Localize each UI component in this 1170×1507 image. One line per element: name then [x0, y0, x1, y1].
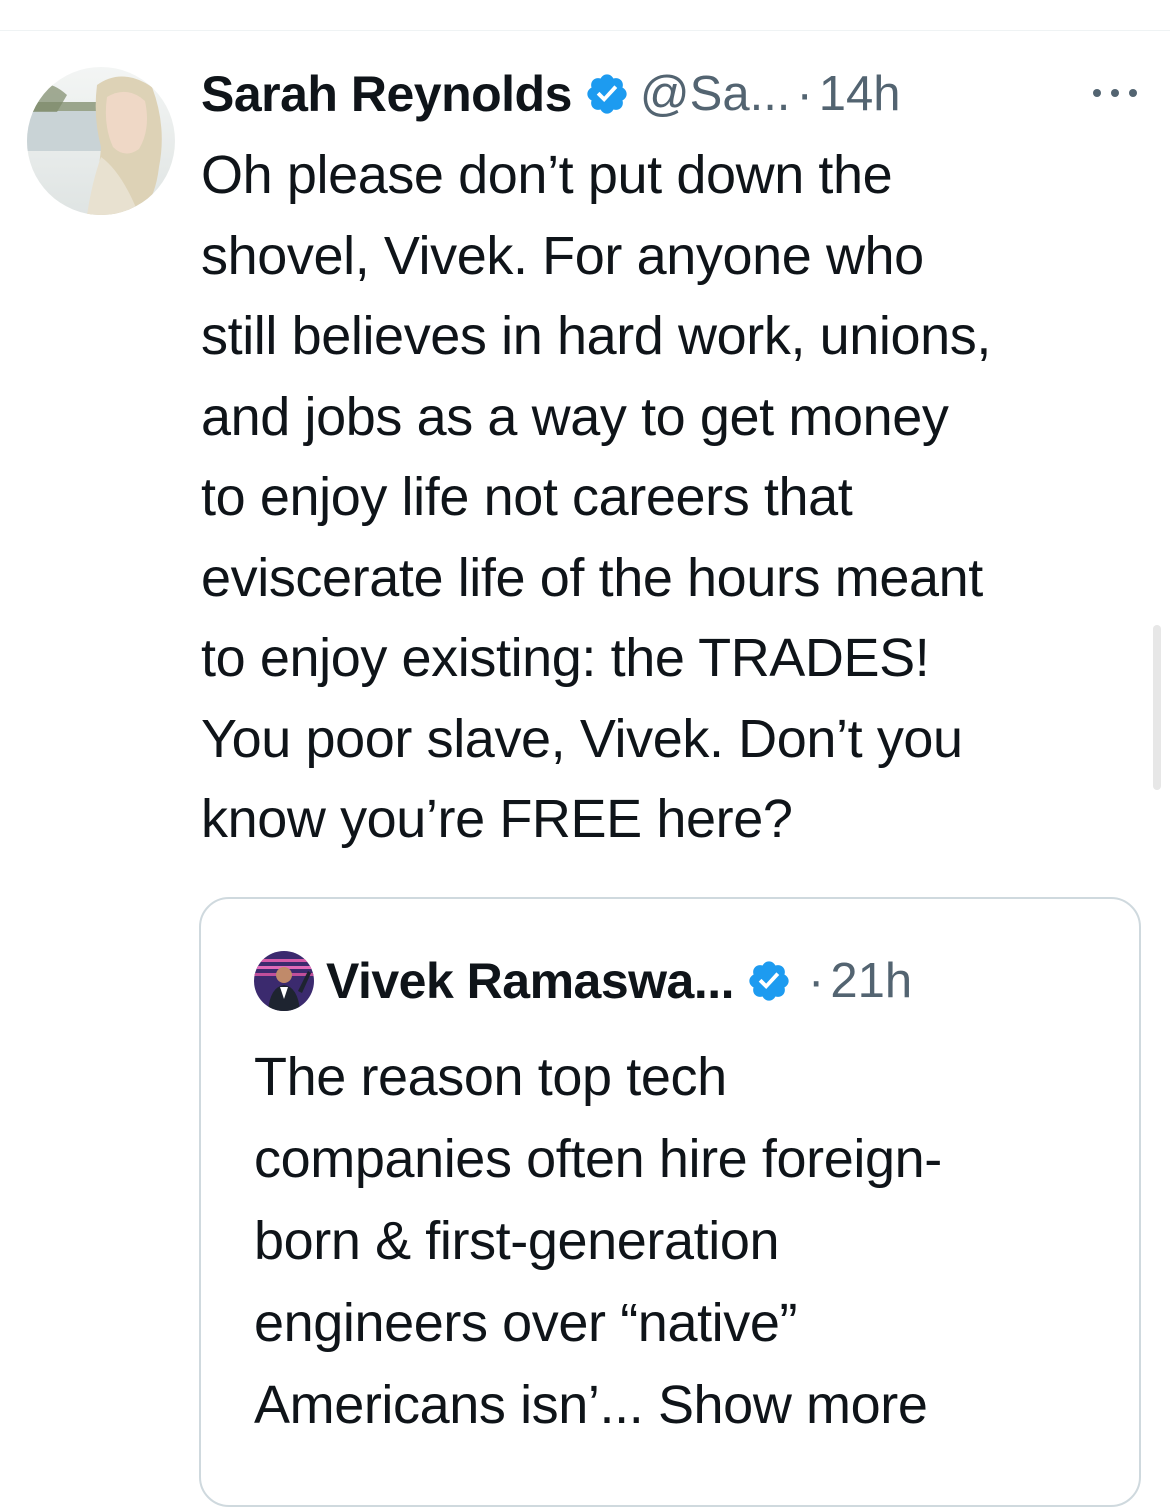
author-handle[interactable]: @Sa...	[640, 66, 791, 122]
author-name[interactable]: Sarah Reynolds	[201, 65, 572, 123]
verified-badge-icon	[584, 71, 630, 117]
separator-dot: ·	[796, 67, 813, 121]
quoted-tweet-header: Vivek Ramaswa... · 21h	[254, 946, 912, 1016]
verified-badge-icon	[746, 958, 792, 1004]
quoted-author-name[interactable]: Vivek Ramaswa...	[326, 952, 735, 1010]
author-avatar[interactable]	[27, 67, 175, 215]
quoted-tweet-card[interactable]: Vivek Ramaswa... · 21h The reason top te…	[199, 897, 1141, 1507]
tweet-time[interactable]: 14h	[819, 66, 901, 122]
quoted-tweet-time[interactable]: 21h	[830, 953, 912, 1009]
quoted-tweet-text: The reason top tech companies often hire…	[254, 1036, 1114, 1446]
top-divider	[0, 30, 1170, 31]
tweet-text: Oh please don’t put down the shovel, Viv…	[201, 145, 991, 849]
quoted-author-avatar	[254, 951, 314, 1011]
tweet-header: Sarah Reynolds @Sa... · 14h	[201, 62, 1151, 126]
show-more-link[interactable]: Show more	[658, 1375, 928, 1435]
separator-dot: ·	[808, 954, 825, 1008]
tweet[interactable]: Sarah Reynolds @Sa... · 14h Oh please do…	[201, 62, 1151, 860]
more-options-icon[interactable]	[1090, 86, 1140, 100]
